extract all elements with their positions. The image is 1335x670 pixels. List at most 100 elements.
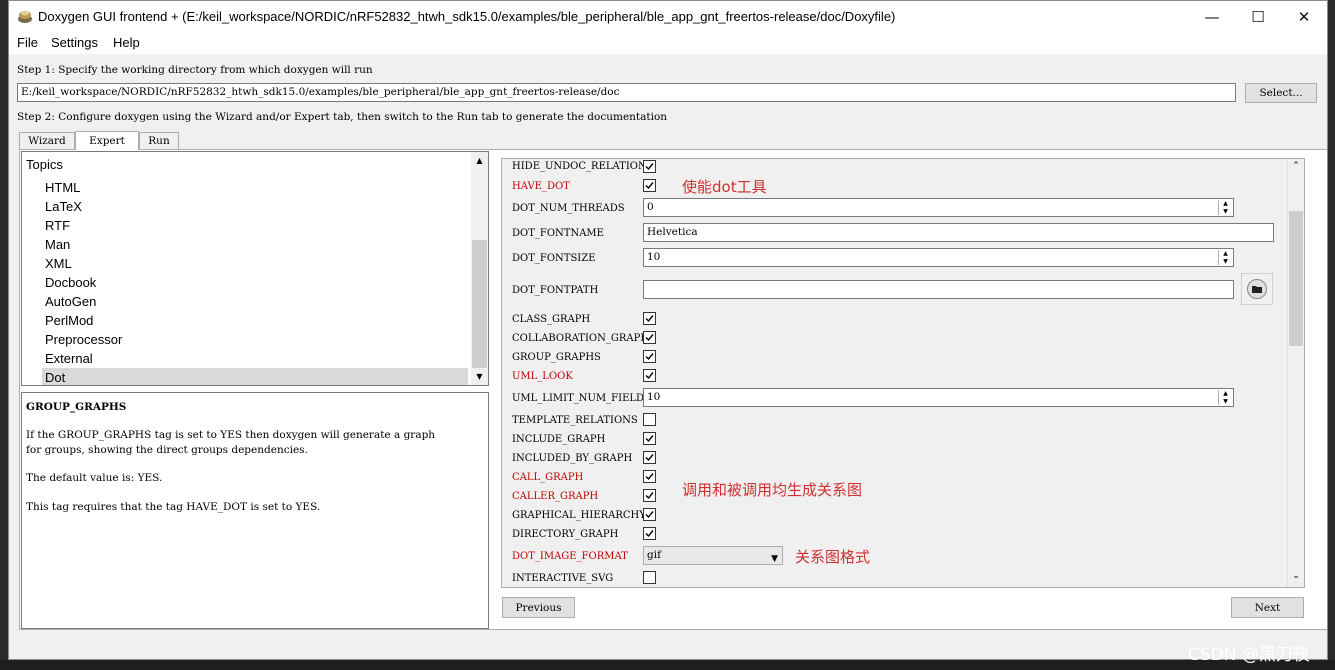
working-directory-input[interactable]: E:/keil_workspace/NORDIC/nRF52832_htwh_s… <box>17 83 1236 102</box>
setting-label-interactive-svg: INTERACTIVE_SVG <box>512 573 614 584</box>
spin-arrows-icon[interactable]: ▲ ▼ <box>1218 200 1232 215</box>
call-graph-checkbox[interactable] <box>643 470 656 483</box>
tab-expert[interactable]: Expert <box>75 131 139 150</box>
setting-label-collaboration-graph: COLLABORATION_GRAPH <box>512 333 650 344</box>
topics-scroll-thumb[interactable] <box>472 240 487 368</box>
topics-scrollbar[interactable]: ▲ ▼ <box>471 152 488 385</box>
dot-image-format-select[interactable]: gif ▼ <box>643 546 783 565</box>
scroll-up-arrow-icon[interactable]: ⌃ <box>1288 161 1304 175</box>
topic-item-autogen[interactable]: AutoGen <box>42 292 468 311</box>
check-icon <box>645 334 654 342</box>
browse-folder-button[interactable] <box>1241 273 1273 305</box>
menu-settings[interactable]: Settings <box>51 35 98 50</box>
interactive-svg-checkbox[interactable] <box>643 571 656 584</box>
topics-header: Topics <box>26 157 63 172</box>
check-icon <box>645 315 654 323</box>
topics-tree: Topics HTML LaTeX RTF Man XML Docbook Au… <box>21 151 489 386</box>
maximize-button[interactable]: ☐ <box>1235 1 1281 32</box>
settings-scroll-thumb[interactable] <box>1289 211 1303 346</box>
menu-file[interactable]: File <box>17 35 38 50</box>
setting-label-dot-num-threads: DOT_NUM_THREADS <box>512 203 625 214</box>
doxywizard-window: Doxygen GUI frontend + (E:/keil_workspac… <box>8 0 1328 660</box>
include-graph-checkbox[interactable] <box>643 432 656 445</box>
included-by-graph-checkbox[interactable] <box>643 451 656 464</box>
window-title: Doxygen GUI frontend + (E:/keil_workspac… <box>38 9 896 24</box>
dot-fontname-input[interactable]: Helvetica <box>643 223 1274 242</box>
directory-graph-checkbox[interactable] <box>643 527 656 540</box>
doxygen-app-icon <box>18 10 32 23</box>
check-icon <box>645 372 654 380</box>
help-title: GROUP_GRAPHS <box>26 401 127 413</box>
annotation-image-format: 关系图格式 <box>795 548 871 566</box>
folder-icon <box>1247 279 1267 299</box>
topic-item-preprocessor[interactable]: Preprocessor <box>42 330 468 349</box>
check-icon <box>645 435 654 443</box>
topic-item-man[interactable]: Man <box>42 235 468 254</box>
topic-item-html[interactable]: HTML <box>42 178 468 197</box>
previous-button[interactable]: Previous <box>502 597 575 618</box>
menu-bar: File Settings Help <box>9 32 1327 54</box>
setting-label-have-dot: HAVE_DOT <box>512 181 570 192</box>
uml-limit-num-fields-value: 10 <box>647 391 661 403</box>
scroll-down-arrow-icon[interactable]: ⌄ <box>1288 571 1304 585</box>
spin-arrows-icon[interactable]: ▲ ▼ <box>1218 390 1232 405</box>
topic-item-docbook[interactable]: Docbook <box>42 273 468 292</box>
topic-item-perlmod[interactable]: PerlMod <box>42 311 468 330</box>
spin-arrows-icon[interactable]: ▲ ▼ <box>1218 250 1232 265</box>
check-icon <box>645 473 654 481</box>
uml-limit-num-fields-spinbox[interactable]: 10 ▲ ▼ <box>643 388 1234 407</box>
class-graph-checkbox[interactable] <box>643 312 656 325</box>
check-icon <box>645 163 654 171</box>
caller-graph-checkbox[interactable] <box>643 489 656 502</box>
topic-item-rtf[interactable]: RTF <box>42 216 468 235</box>
tab-run[interactable]: Run <box>139 132 179 149</box>
step2-label: Step 2: Configure doxygen using the Wiza… <box>17 111 668 123</box>
dot-num-threads-spinbox[interactable]: 0 ▲ ▼ <box>643 198 1234 217</box>
dot-settings-panel: HIDE_UNDOC_RELATIONS HAVE_DOT 使能dot工具 DO… <box>501 158 1305 588</box>
hide-undoc-relations-checkbox[interactable] <box>643 160 656 173</box>
check-icon <box>645 353 654 361</box>
setting-label-dot-fontname: DOT_FONTNAME <box>512 228 604 239</box>
menu-help[interactable]: Help <box>113 35 140 50</box>
scroll-down-arrow-icon[interactable]: ▼ <box>471 368 488 385</box>
annotation-have-dot: 使能dot工具 <box>682 178 767 196</box>
minimize-button[interactable]: — <box>1189 1 1235 32</box>
check-icon <box>645 454 654 462</box>
topic-item-external[interactable]: External <box>42 349 468 368</box>
have-dot-checkbox[interactable] <box>643 179 656 192</box>
check-icon <box>645 530 654 538</box>
group-graphs-checkbox[interactable] <box>643 350 656 363</box>
setting-label-dot-fontpath: DOT_FONTPATH <box>512 285 599 296</box>
setting-label-group-graphs: GROUP_GRAPHS <box>512 352 601 363</box>
csdn-watermark: CSDN @黑刀夜 <box>1188 645 1310 665</box>
scroll-up-arrow-icon[interactable]: ▲ <box>471 152 488 169</box>
collaboration-graph-checkbox[interactable] <box>643 331 656 344</box>
template-relations-checkbox[interactable] <box>643 413 656 426</box>
graphical-hierarchy-checkbox[interactable] <box>643 508 656 521</box>
chevron-down-icon: ▼ <box>771 554 778 564</box>
settings-scrollbar[interactable]: ⌃ ⌄ <box>1287 159 1304 587</box>
tab-wizard[interactable]: Wizard <box>19 132 75 149</box>
topic-item-latex[interactable]: LaTeX <box>42 197 468 216</box>
check-icon <box>645 182 654 190</box>
next-button[interactable]: Next <box>1231 597 1304 618</box>
uml-look-checkbox[interactable] <box>643 369 656 382</box>
setting-label-graphical-hierarchy: GRAPHICAL_HIERARCHY <box>512 510 646 521</box>
dot-fontsize-value: 10 <box>647 251 661 263</box>
close-button[interactable]: ✕ <box>1281 1 1327 32</box>
setting-label-template-relations: TEMPLATE_RELATIONS <box>512 415 638 426</box>
select-directory-button[interactable]: Select... <box>1245 83 1317 103</box>
help-description-panel: GROUP_GRAPHS If the GROUP_GRAPHS tag is … <box>21 392 489 629</box>
setting-label-uml-look: UML_LOOK <box>512 371 573 382</box>
topic-item-xml[interactable]: XML <box>42 254 468 273</box>
dot-fontpath-input[interactable] <box>643 280 1234 299</box>
topic-item-dot[interactable]: Dot <box>42 368 468 385</box>
setting-label-dot-image-format: DOT_IMAGE_FORMAT <box>512 551 628 562</box>
dot-num-threads-value: 0 <box>647 201 654 213</box>
dot-fontsize-spinbox[interactable]: 10 ▲ ▼ <box>643 248 1234 267</box>
help-text-line: If the GROUP_GRAPHS tag is set to YES th… <box>26 429 436 441</box>
setting-label-dot-fontsize: DOT_FONTSIZE <box>512 253 596 264</box>
help-requirement: This tag requires that the tag HAVE_DOT … <box>26 501 321 513</box>
title-bar[interactable]: Doxygen GUI frontend + (E:/keil_workspac… <box>9 1 1327 32</box>
setting-label-included-by-graph: INCLUDED_BY_GRAPH <box>512 453 633 464</box>
